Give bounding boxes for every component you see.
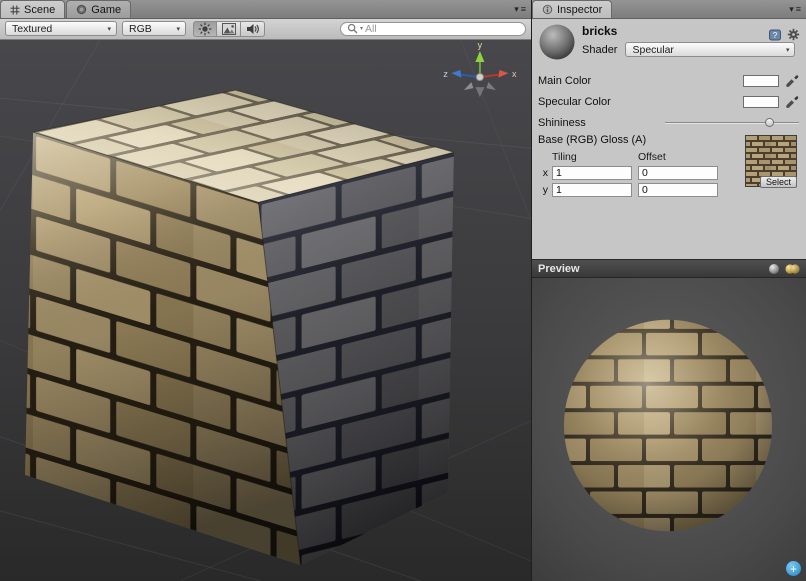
scene-tabbar: Scene Game ▾≡ xyxy=(0,0,531,19)
base-texture-section: Base (RGB) Gloss (A) Tiling Offset x y xyxy=(538,134,800,210)
shininess-row: Shininess xyxy=(538,112,800,133)
preview-title: Preview xyxy=(538,263,580,275)
panel-menu-arrow-icon: ▾ xyxy=(514,5,519,14)
dropdown-arrow-icon: ▾ xyxy=(170,25,180,33)
preview-light-icon[interactable] xyxy=(785,263,800,275)
draw-mode-dropdown[interactable]: Textured ▾ xyxy=(5,21,117,36)
inspector-icon xyxy=(542,4,553,15)
material-info: bricks Shader Specular ▾ xyxy=(582,23,795,61)
material-name: bricks xyxy=(582,24,795,38)
inspector-body: bricks Shader Specular ▾ ? Main Color xyxy=(532,19,806,259)
shininess-slider[interactable] xyxy=(665,117,799,129)
help-icon[interactable]: ? xyxy=(769,29,781,41)
preview-header[interactable]: Preview xyxy=(532,259,806,278)
dropdown-arrow-icon: ▾ xyxy=(101,25,111,33)
scene-view-toggles xyxy=(193,21,265,37)
game-icon xyxy=(76,4,87,15)
inspector-panel: Inspector ▾≡ bricks Shader Specular xyxy=(532,0,806,581)
panel-menu-hamburger-icon: ≡ xyxy=(521,5,526,14)
inspector-tabbar: Inspector ▾≡ xyxy=(532,0,806,19)
material-header: bricks Shader Specular ▾ xyxy=(538,23,800,61)
x-tiling-input[interactable] xyxy=(552,166,632,180)
gizmo-x-label: x xyxy=(512,69,517,79)
lighting-toggle-button[interactable] xyxy=(193,21,217,37)
material-ball-thumbnail[interactable] xyxy=(538,23,576,61)
inspector-panel-menu-icon[interactable]: ▾≡ xyxy=(784,5,806,14)
eyedropper-icon[interactable] xyxy=(786,74,800,88)
preview-area[interactable]: + xyxy=(532,278,806,581)
specular-color-swatch[interactable] xyxy=(743,96,779,108)
preview-add-button[interactable]: + xyxy=(786,561,801,576)
scene-3d-render: y x z xyxy=(0,40,531,581)
scene-viewport[interactable]: y x z xyxy=(0,40,531,581)
shininess-thumb[interactable] xyxy=(765,118,774,127)
gear-icon[interactable] xyxy=(787,28,800,41)
search-scope-arrow-icon: ▾ xyxy=(360,25,363,32)
svg-text:?: ? xyxy=(773,31,778,40)
gizmo-center[interactable] xyxy=(476,73,483,80)
tiling-header: Tiling xyxy=(552,151,638,164)
tab-game[interactable]: Game xyxy=(66,0,131,18)
material-properties: Main Color Specular Color Shininess xyxy=(538,70,800,210)
preview-header-icons xyxy=(768,263,800,275)
slider-track[interactable] xyxy=(665,122,799,124)
y-axis-label: y xyxy=(538,184,548,196)
x-axis-label: x xyxy=(538,167,548,179)
scene-toolbar: Textured ▾ RGB ▾ ▾ All xyxy=(0,19,531,40)
main-color-row: Main Color xyxy=(538,70,800,91)
image-icon xyxy=(222,23,236,35)
x-offset-input[interactable] xyxy=(638,166,718,180)
unity-editor-window: Scene Game ▾≡ Textured ▾ RGB ▾ xyxy=(0,0,806,581)
scene-panel-menu-icon[interactable]: ▾≡ xyxy=(509,5,531,14)
shader-dropdown[interactable]: Specular ▾ xyxy=(625,42,795,57)
dropdown-arrow-icon: ▾ xyxy=(780,46,790,54)
main-color-label: Main Color xyxy=(538,75,743,87)
tab-inspector-label: Inspector xyxy=(557,4,602,16)
inspector-header-icons: ? xyxy=(769,28,800,41)
main-color-swatch[interactable] xyxy=(743,75,779,87)
search-icon xyxy=(347,23,358,34)
render-channel-dropdown[interactable]: RGB ▾ xyxy=(122,21,186,36)
eyedropper-icon[interactable] xyxy=(786,95,800,109)
preview-panel: Preview xyxy=(532,259,806,581)
preview-sphere-icon[interactable] xyxy=(768,263,780,275)
shader-value: Specular xyxy=(632,44,673,56)
specular-color-row: Specular Color xyxy=(538,91,800,112)
search-field[interactable]: ▾ All xyxy=(340,22,526,36)
render-channel-value: RGB xyxy=(129,23,152,35)
shininess-label: Shininess xyxy=(538,117,665,129)
tab-scene-label: Scene xyxy=(24,4,55,16)
specular-color-label: Specular Color xyxy=(538,96,743,108)
tab-inspector[interactable]: Inspector xyxy=(532,0,612,18)
audio-toggle-button[interactable] xyxy=(241,21,265,37)
brick-cube[interactable] xyxy=(25,90,454,565)
tab-scene[interactable]: Scene xyxy=(0,0,65,18)
y-tiling-input[interactable] xyxy=(552,183,632,197)
speaker-icon xyxy=(246,23,260,35)
offset-header: Offset xyxy=(638,151,724,164)
draw-mode-value: Textured xyxy=(12,23,52,35)
shader-label: Shader xyxy=(582,44,617,56)
search-filter-label: All xyxy=(365,23,377,35)
gizmo-z-label: z xyxy=(443,69,448,79)
panel-menu-hamburger-icon: ≡ xyxy=(796,5,801,14)
skybox-fx-toggle-button[interactable] xyxy=(217,21,241,37)
scene-panel: Scene Game ▾≡ Textured ▾ RGB ▾ xyxy=(0,0,532,581)
select-texture-button[interactable]: Select xyxy=(760,176,797,188)
gizmo-y-label: y xyxy=(478,40,483,50)
material-preview-sphere[interactable] xyxy=(532,278,806,581)
scene-grid-icon xyxy=(10,5,20,15)
panel-menu-arrow-icon: ▾ xyxy=(789,5,794,14)
sun-icon xyxy=(198,22,212,36)
y-offset-input[interactable] xyxy=(638,183,718,197)
tab-game-label: Game xyxy=(91,4,121,16)
